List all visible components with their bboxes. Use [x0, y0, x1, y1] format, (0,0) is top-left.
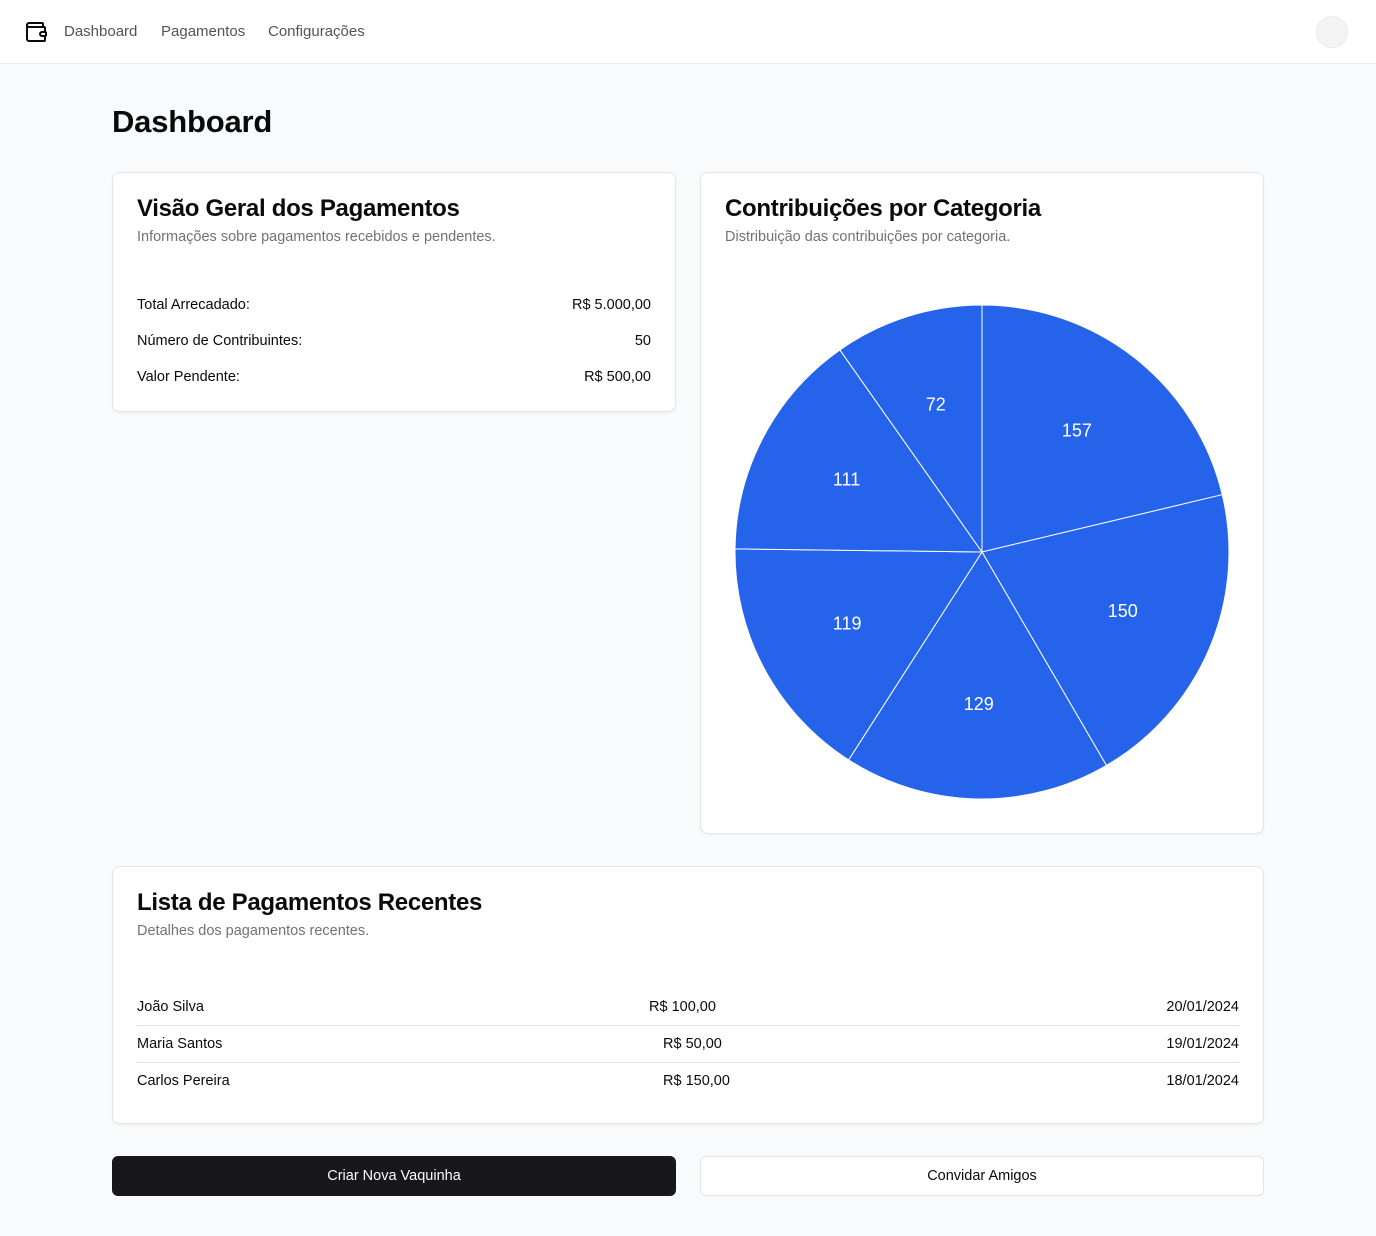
nav-link-dashboard[interactable]: Dashboard — [64, 22, 137, 42]
card-title: Lista de Pagamentos Recentes — [137, 889, 483, 916]
nav-link-pagamentos[interactable]: Pagamentos — [161, 22, 245, 42]
pie-slice-label: 111 — [833, 469, 860, 489]
payment-name: Carlos Pereira — [137, 1073, 230, 1089]
payment-name: Maria Santos — [137, 1036, 223, 1052]
card-description: Informações sobre pagamentos recebidos e… — [137, 229, 496, 245]
overview-value: R$ 500,00 — [584, 369, 651, 385]
pie-slice-label: 72 — [926, 395, 946, 415]
payment-date: 20/01/2024 — [1166, 999, 1239, 1015]
payment-name: João Silva — [137, 999, 204, 1015]
pie-slice-label: 157 — [1062, 421, 1092, 441]
card-title: Visão Geral dos Pagamentos — [137, 195, 460, 222]
overview-row-pending: Valor Pendente: R$ 500,00 — [137, 366, 651, 388]
recent-payments-card: Lista de Pagamentos Recentes Detalhes do… — [112, 866, 1264, 1124]
pie-slice-label: 119 — [833, 613, 862, 633]
card-description: Detalhes dos pagamentos recentes. — [137, 923, 370, 939]
payment-row: João Silva R$ 100,00 20/01/2024 — [137, 989, 1239, 1026]
pie-slice-label: 129 — [964, 694, 994, 714]
wallet-icon[interactable] — [24, 20, 48, 44]
payment-row: Maria Santos R$ 50,00 19/01/2024 — [137, 1026, 1239, 1063]
contributions-by-category-card: Contribuições por Categoria Distribuição… — [700, 172, 1264, 834]
pie-slice-label: 150 — [1108, 601, 1138, 621]
create-vaquinha-button[interactable]: Criar Nova Vaquinha — [112, 1156, 676, 1196]
top-navigation: Dashboard Pagamentos Configurações — [0, 0, 1376, 64]
payment-amount: R$ 100,00 — [649, 999, 716, 1015]
overview-value: 50 — [634, 333, 651, 349]
payments-overview-card: Visão Geral dos Pagamentos Informações s… — [112, 172, 676, 412]
payment-row: Carlos Pereira R$ 150,00 18/01/2024 — [137, 1063, 1239, 1100]
payment-date: 18/01/2024 — [1166, 1073, 1239, 1089]
overview-value: R$ 5.000,00 — [571, 297, 651, 313]
overview-row-contributors: Número de Contribuintes: 50 — [137, 330, 651, 352]
nav-link-configuracoes[interactable]: Configurações — [268, 22, 365, 42]
page-title: Dashboard — [112, 104, 273, 139]
user-avatar[interactable] — [1316, 16, 1348, 48]
overview-row-total: Total Arrecadado: R$ 5.000,00 — [137, 294, 651, 316]
payment-amount: R$ 50,00 — [663, 1036, 722, 1052]
invite-friends-button[interactable]: Convidar Amigos — [700, 1156, 1264, 1196]
pie-chart: 157 150 129 119 111 72 — [734, 304, 1230, 800]
payment-amount: R$ 150,00 — [663, 1073, 730, 1089]
overview-label: Total Arrecadado: — [137, 297, 250, 313]
overview-label: Valor Pendente: — [137, 369, 240, 385]
payment-date: 19/01/2024 — [1166, 1036, 1239, 1052]
overview-label: Número de Contribuintes: — [137, 333, 303, 349]
